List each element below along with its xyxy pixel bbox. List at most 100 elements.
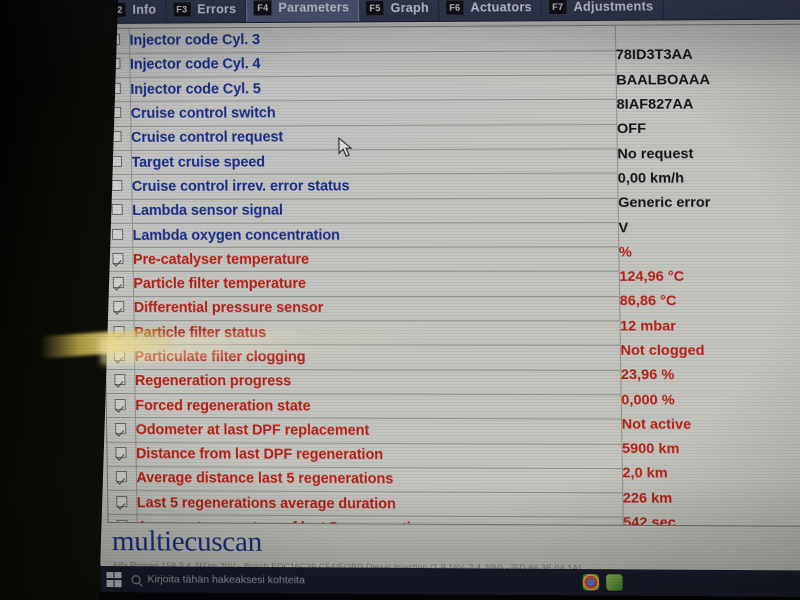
checkbox-checked-icon[interactable] bbox=[114, 398, 127, 410]
parameter-label: Particle filter status bbox=[133, 320, 620, 346]
parameter-value: 23,96 % bbox=[620, 363, 800, 389]
checkbox-unchecked-icon[interactable] bbox=[111, 204, 124, 216]
screen-photo: F2 Info F3 Errors F4 Parameters F5 Graph F6 Actua… bbox=[0, 0, 800, 600]
checkbox-checked-icon[interactable] bbox=[113, 325, 125, 337]
parameters-table-container[interactable]: Injector code Cyl. 3 Injector code Cyl. 4… bbox=[99, 23, 800, 527]
parameter-value: 0,000 % bbox=[620, 387, 800, 413]
taskbar-pinned-apps bbox=[582, 574, 800, 592]
parameter-label: Cruise control switch bbox=[130, 99, 617, 127]
checkbox-checked-icon[interactable] bbox=[114, 350, 126, 362]
parameter-value: Not clogged bbox=[619, 338, 800, 364]
parameter-label: Lambda oxygen concentration bbox=[131, 222, 619, 248]
row-checkbox-cell[interactable] bbox=[105, 296, 134, 321]
checkbox-checked-icon[interactable] bbox=[115, 447, 127, 459]
laptop-screen: F2 Info F3 Errors F4 Parameters F5 Graph F6 Actua… bbox=[91, 0, 800, 598]
parameter-value: 78ID3T3AA bbox=[615, 42, 800, 68]
parameter-label: Injector code Cyl. 3 bbox=[128, 25, 616, 54]
checkbox-checked-icon[interactable] bbox=[116, 495, 128, 507]
row-checkbox-cell[interactable] bbox=[102, 101, 131, 127]
row-checkbox-cell[interactable] bbox=[105, 320, 134, 345]
tab-parameters[interactable]: F4 Parameters bbox=[246, 0, 360, 23]
parameter-value: No request bbox=[616, 141, 800, 167]
parameter-value: 12 mbar bbox=[619, 313, 800, 339]
checkbox-unchecked-icon[interactable] bbox=[109, 33, 121, 45]
windows-taskbar: Kirjoita tähän hakeaksesi kohteita bbox=[100, 565, 800, 598]
tab-actuators[interactable]: F6 Actuators bbox=[438, 0, 543, 21]
checkbox-unchecked-icon[interactable] bbox=[111, 179, 123, 191]
parameter-value: % bbox=[618, 239, 800, 265]
parameter-value: 0,00 km/h bbox=[617, 165, 800, 191]
parameter-label: Injector code Cyl. 4 bbox=[129, 50, 616, 78]
row-checkbox-cell[interactable] bbox=[107, 442, 136, 467]
windows-start-icon[interactable] bbox=[106, 571, 122, 587]
row-checkbox-cell[interactable] bbox=[103, 223, 133, 248]
parameter-value: 8IAF827AA bbox=[615, 91, 800, 118]
app-icon-green[interactable] bbox=[606, 574, 623, 591]
tab-info[interactable]: F2 Info bbox=[101, 0, 167, 23]
row-checkbox-cell[interactable] bbox=[101, 77, 131, 102]
checkbox-unchecked-icon[interactable] bbox=[112, 228, 124, 240]
row-checkbox-cell[interactable] bbox=[100, 28, 130, 54]
tab-adjustments[interactable]: F7 Adjustments bbox=[541, 0, 664, 21]
parameter-value: 542 sec bbox=[622, 510, 800, 527]
checkbox-unchecked-icon[interactable] bbox=[109, 58, 121, 70]
tab-label: Actuators bbox=[470, 0, 532, 15]
row-checkbox-cell[interactable] bbox=[102, 150, 132, 175]
checkbox-checked-icon[interactable] bbox=[115, 422, 127, 434]
row-checkbox-cell[interactable] bbox=[104, 247, 133, 272]
parameter-value: BAALBOAAA bbox=[615, 66, 800, 93]
tab-fkey-badge: F3 bbox=[172, 1, 192, 18]
checkbox-checked-icon[interactable] bbox=[114, 374, 126, 386]
row-checkbox-cell[interactable] bbox=[107, 466, 137, 491]
row-checkbox-cell[interactable] bbox=[101, 53, 130, 78]
parameter-label: Cruise control irrev. error status bbox=[131, 173, 618, 200]
checkbox-unchecked-icon[interactable] bbox=[110, 131, 122, 143]
search-icon bbox=[131, 574, 141, 584]
parameter-value: 124,96 °C bbox=[618, 264, 800, 290]
checkbox-checked-icon[interactable] bbox=[116, 471, 128, 483]
row-checkbox-cell[interactable] bbox=[105, 344, 135, 370]
tab-label: Graph bbox=[390, 0, 430, 16]
checkbox-unchecked-icon[interactable] bbox=[111, 155, 123, 167]
taskbar-search[interactable]: Kirjoita tähän hakeaksesi kohteita bbox=[131, 573, 305, 586]
row-checkbox-cell[interactable] bbox=[108, 490, 137, 516]
parameter-label: Particle filter temperature bbox=[132, 271, 620, 297]
tab-label: Parameters bbox=[278, 0, 350, 15]
row-checkbox-cell[interactable] bbox=[102, 126, 131, 151]
parameter-label: Pre-catalyser temperature bbox=[132, 247, 619, 272]
parameter-label: Differential pressure sensor bbox=[133, 296, 620, 321]
parameter-label: Lambda sensor signal bbox=[131, 197, 618, 224]
parameter-label: Average distance last 5 regenerations bbox=[135, 466, 623, 494]
parameter-label: Cruise control request bbox=[130, 124, 617, 151]
tab-fkey-badge: F5 bbox=[365, 0, 385, 17]
row-checkbox-cell[interactable] bbox=[103, 199, 132, 224]
tab-label: Errors bbox=[197, 2, 237, 17]
tab-fkey-badge: F2 bbox=[107, 1, 127, 18]
parameter-label: Odometer at last DPF replacement bbox=[134, 417, 622, 444]
parameter-label: Particulate filter clogging bbox=[133, 344, 621, 371]
parameter-value: OFF bbox=[616, 116, 800, 142]
parameter-label: Injector code Cyl. 5 bbox=[129, 75, 616, 102]
row-checkbox-cell[interactable] bbox=[103, 174, 132, 200]
checkbox-checked-icon[interactable] bbox=[112, 252, 124, 264]
row-checkbox-cell[interactable] bbox=[106, 417, 136, 443]
tab-bar: F2 Info F3 Errors F4 Parameters F5 Graph F6 Actua… bbox=[91, 0, 800, 25]
tab-errors[interactable]: F3 Errors bbox=[166, 0, 247, 23]
row-checkbox-cell[interactable] bbox=[106, 369, 135, 394]
checkbox-unchecked-icon[interactable] bbox=[110, 106, 122, 118]
parameter-value: 2,0 km bbox=[621, 461, 800, 487]
parameter-value: Not active bbox=[620, 412, 800, 438]
chrome-icon[interactable] bbox=[582, 574, 600, 591]
parameter-label: Forced regeneration state bbox=[134, 393, 622, 420]
checkbox-checked-icon[interactable] bbox=[113, 277, 125, 289]
parameter-label: Last 5 regenerations average duration bbox=[136, 490, 623, 518]
tab-graph[interactable]: F5 Graph bbox=[359, 0, 440, 22]
row-checkbox-cell[interactable] bbox=[104, 271, 134, 297]
checkbox-checked-icon[interactable] bbox=[113, 301, 125, 313]
checkbox-unchecked-icon[interactable] bbox=[109, 82, 122, 94]
tab-fkey-badge: F6 bbox=[445, 0, 465, 16]
parameter-value: 86,86 °C bbox=[618, 289, 800, 314]
row-checkbox-cell[interactable] bbox=[106, 393, 135, 418]
parameter-value: Generic error bbox=[617, 190, 800, 216]
parameter-value: V bbox=[617, 215, 800, 241]
